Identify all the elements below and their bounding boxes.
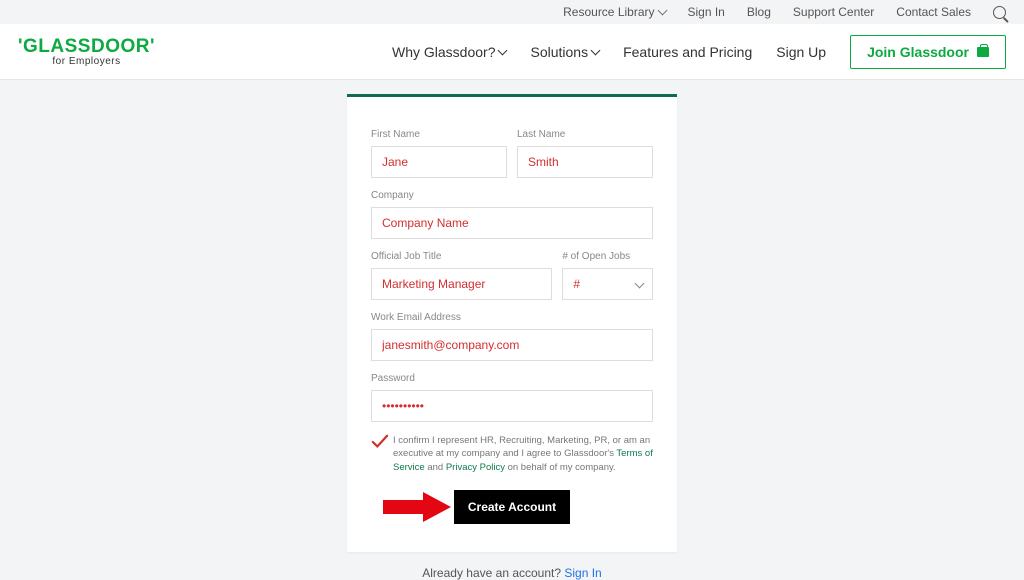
nav-solutions[interactable]: Solutions — [530, 44, 599, 60]
last-name-label: Last Name — [517, 129, 653, 140]
first-name-label: First Name — [371, 129, 507, 140]
email-input[interactable] — [371, 329, 653, 361]
page-body: First Name Last Name Company Official Jo… — [0, 80, 1024, 580]
consent-text: I confirm I represent HR, Recruiting, Ma… — [393, 434, 653, 474]
top-sign-in[interactable]: Sign In — [688, 5, 725, 19]
top-blog[interactable]: Blog — [747, 5, 771, 19]
email-label: Work Email Address — [371, 312, 653, 323]
logo[interactable]: 'GLASSDOOR' for Employers — [18, 36, 155, 67]
password-label: Password — [371, 373, 653, 384]
chevron-down-icon — [498, 45, 508, 55]
privacy-link[interactable]: Privacy Policy — [446, 462, 505, 473]
briefcase-icon — [977, 47, 989, 57]
company-label: Company — [371, 190, 653, 201]
top-support-center[interactable]: Support Center — [793, 5, 874, 19]
first-name-input[interactable] — [371, 146, 507, 178]
nav-right: Why Glassdoor? Solutions Features and Pr… — [392, 35, 1006, 69]
chevron-down-icon — [591, 45, 601, 55]
nav-why-glassdoor[interactable]: Why Glassdoor? — [392, 44, 506, 60]
main-navbar: 'GLASSDOOR' for Employers Why Glassdoor?… — [0, 24, 1024, 80]
create-account-button[interactable]: Create Account — [454, 490, 570, 524]
job-title-label: Official Job Title — [371, 251, 552, 262]
utility-topbar: Resource Library Sign In Blog Support Ce… — [0, 0, 1024, 24]
top-resource-library[interactable]: Resource Library — [563, 5, 665, 19]
signup-form-card: First Name Last Name Company Official Jo… — [347, 94, 677, 552]
job-title-input[interactable] — [371, 268, 552, 300]
arrow-indicator-icon — [383, 492, 451, 525]
open-jobs-select[interactable] — [562, 268, 653, 300]
join-glassdoor-button[interactable]: Join Glassdoor — [850, 35, 1006, 69]
top-search[interactable] — [993, 6, 1006, 19]
already-have-account: Already have an account? Sign In — [347, 566, 677, 580]
nav-features-pricing[interactable]: Features and Pricing — [623, 44, 752, 60]
last-name-input[interactable] — [517, 146, 653, 178]
password-input[interactable] — [371, 390, 653, 422]
logo-subtitle: for Employers — [18, 56, 155, 67]
open-jobs-label: # of Open Jobs — [562, 251, 653, 262]
logo-main: 'GLASSDOOR' — [18, 36, 155, 58]
company-input[interactable] — [371, 207, 653, 239]
top-contact-sales[interactable]: Contact Sales — [896, 5, 971, 19]
checkmark-icon — [371, 434, 389, 450]
nav-sign-up[interactable]: Sign Up — [776, 44, 826, 60]
chevron-down-icon — [657, 6, 667, 16]
search-icon — [993, 6, 1006, 19]
consent-checkbox[interactable] — [371, 434, 387, 448]
footer-sign-in-link[interactable]: Sign In — [564, 566, 601, 580]
